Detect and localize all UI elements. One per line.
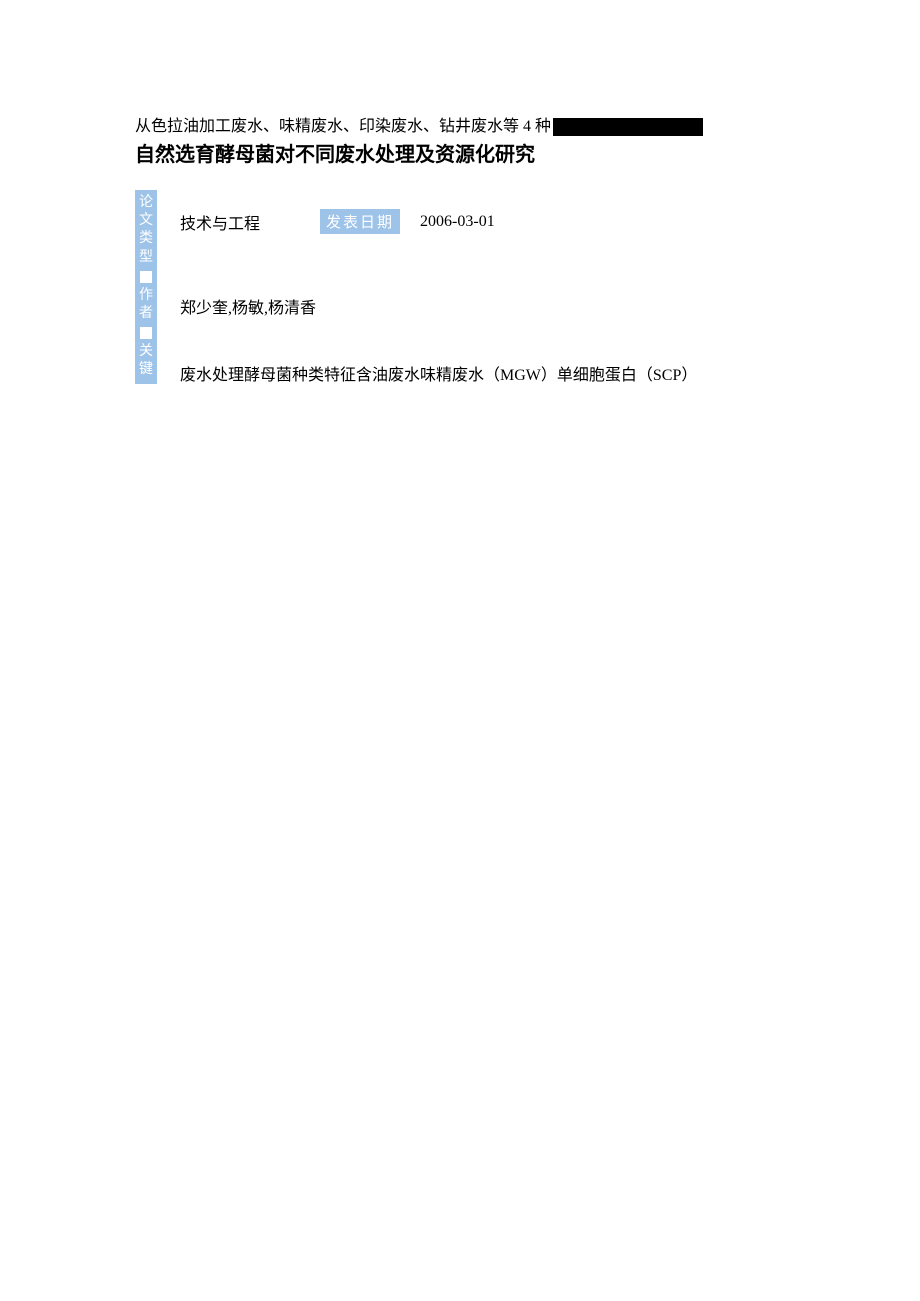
sidebar-char: 关 [139, 343, 153, 361]
sidebar-char: 类 [139, 230, 153, 248]
sidebar-char: 论 [139, 194, 153, 212]
sidebar-char: 者 [139, 305, 153, 323]
sidebar-section-type: 论 文 类 型 [137, 194, 155, 267]
sidebar-char: 键 [139, 361, 153, 379]
authors-list: 郑少奎,杨敏,杨清香 [180, 294, 790, 318]
redacted-block [553, 118, 703, 136]
sidebar-char: 文 [139, 212, 153, 230]
sidebar-separator-icon [140, 327, 152, 339]
sidebar-char: 型 [139, 249, 153, 267]
content-area: 技术与工程 发表日期 2006-03-01 郑少奎,杨敏,杨清香 废水处理酵母菌… [180, 169, 790, 389]
keywords-list: 废水处理酵母菌种类特征含油废水味精废水（MGW）单细胞蛋白（SCP） [180, 363, 790, 389]
sidebar-separator-icon [140, 271, 152, 283]
publish-date-label: 发表日期 [320, 209, 400, 234]
document-title: 自然选育酵母菌对不同废水处理及资源化研究 [135, 141, 790, 169]
sidebar-labels: 论 文 类 型 作 者 关 键 [135, 190, 157, 384]
intro-text: 从色拉油加工废水、味精废水、印染废水、钻井废水等 4 种 [135, 115, 790, 139]
meta-row: 技术与工程 发表日期 2006-03-01 [180, 209, 790, 234]
sidebar-char: 作 [139, 287, 153, 305]
sidebar-section-author: 作 者 [137, 287, 155, 323]
sidebar-section-keyword: 关 键 [137, 343, 155, 379]
publish-date-value: 2006-03-01 [420, 213, 495, 231]
intro-text-content: 从色拉油加工废水、味精废水、印染废水、钻井废水等 4 种 [135, 115, 551, 139]
paper-type-value: 技术与工程 [180, 210, 260, 234]
